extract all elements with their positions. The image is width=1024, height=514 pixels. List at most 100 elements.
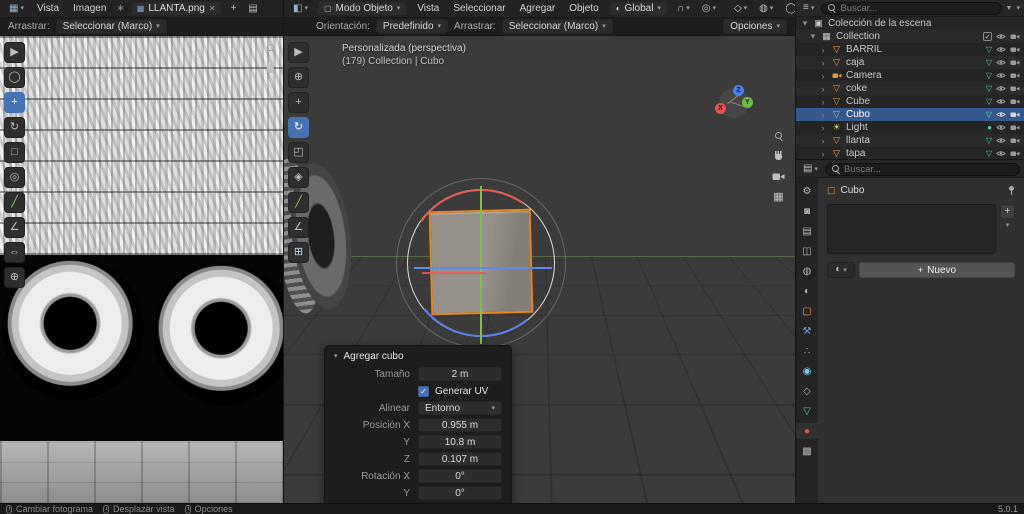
outliner-item-llanta[interactable]: › ▽ llanta ▽ — [796, 134, 1024, 147]
image-canvas[interactable]: ▶ ◯ + ↻ □ ◎ ╱ ∠ ⇔ ⊕ — [0, 36, 283, 503]
render-camera-icon[interactable] — [1010, 137, 1020, 144]
rotation-y-field[interactable]: 0° — [418, 486, 502, 500]
transform-orientation-dropdown[interactable]: ◐ Global ▾ — [608, 1, 668, 16]
drag-mode-dropdown[interactable]: Seleccionar (Marco) ▾ — [55, 19, 167, 34]
tool-zoom[interactable]: ⊕ — [4, 267, 25, 288]
expander-icon[interactable]: › — [819, 45, 827, 55]
overlays-toggle[interactable]: ◍ ▾ — [756, 3, 776, 15]
tool-annotate[interactable]: ╱ — [288, 192, 309, 213]
tab-constraints[interactable]: ◇ — [796, 383, 818, 399]
zoom-icon[interactable] — [774, 132, 783, 140]
tab-physics[interactable]: ◉ — [796, 363, 818, 379]
eye-icon[interactable] — [996, 59, 1006, 66]
menu-imagen[interactable]: Imagen — [69, 3, 110, 14]
tool-cursor[interactable]: ⊕ — [288, 67, 309, 88]
outliner-item-caja[interactable]: › ▽ caja ▽ — [796, 56, 1024, 69]
viewport-canvas[interactable]: Personalizada (perspectiva) (179) Collec… — [284, 36, 795, 503]
rotation-x-field[interactable]: 0° — [418, 469, 502, 483]
scene-collection-row[interactable]: ▾ ▣ Colección de la escena — [796, 17, 1024, 30]
position-z-field[interactable]: 0.107 m — [418, 452, 502, 466]
tool-measure[interactable]: ∠ — [288, 217, 309, 238]
proportional-editing-toggle[interactable]: ◎ ▾ — [699, 3, 719, 15]
tool-annotate[interactable]: ╱ — [4, 192, 25, 213]
eye-icon[interactable] — [996, 46, 1006, 53]
eye-icon[interactable] — [996, 124, 1006, 131]
open-image-button[interactable]: ▤ — [245, 3, 260, 15]
align-dropdown[interactable]: Entorno ▾ — [418, 401, 502, 415]
collection-checkbox[interactable]: ✓ — [983, 32, 992, 41]
outliner-item-camera[interactable]: › Camera ▽ — [796, 69, 1024, 82]
position-y-field[interactable]: 10.8 m — [418, 435, 502, 449]
render-camera-icon[interactable] — [1010, 46, 1020, 53]
render-camera-icon[interactable] — [1010, 33, 1020, 40]
tool-move[interactable]: + — [288, 92, 309, 113]
image-datablock-tab[interactable]: ▦ LLANTA.png ✕ — [130, 1, 222, 16]
render-camera-icon[interactable] — [1010, 85, 1020, 92]
viewport-shading-group[interactable]: ◯ ◐ ● ▾ — [782, 3, 795, 15]
tab-scene[interactable]: ◍ — [796, 263, 818, 279]
tool-scale[interactable]: ◰ — [288, 142, 309, 163]
pin-image-icon[interactable]: ∗ — [116, 3, 124, 14]
pan-hand-icon[interactable] — [266, 64, 275, 74]
camera-view-icon[interactable] — [772, 172, 785, 181]
axis-x-handle[interactable]: X — [715, 103, 726, 114]
tool-rotate[interactable]: ↻ — [4, 117, 25, 138]
eye-icon[interactable] — [996, 72, 1006, 79]
new-image-button[interactable]: + — [228, 3, 240, 15]
generate-uv-checkbox[interactable]: ✓ — [418, 385, 429, 397]
add-slot-button[interactable]: + — [1000, 204, 1015, 219]
expander-icon[interactable]: › — [819, 97, 827, 107]
options-dropdown[interactable]: Opciones ▾ — [723, 19, 787, 34]
menu-vista[interactable]: Vista — [413, 3, 443, 14]
render-camera-icon[interactable] — [1010, 59, 1020, 66]
outliner-item-light[interactable]: › ☀ Light ● — [796, 121, 1024, 134]
filter-icon[interactable]: ▼ — [1006, 5, 1013, 12]
menu-objeto[interactable]: Objeto — [565, 3, 602, 14]
tab-material[interactable]: ● — [796, 423, 818, 439]
navigation-gizmo[interactable]: Z Y X — [715, 85, 753, 120]
chevron-down-icon[interactable]: ▾ — [1016, 5, 1020, 12]
properties-search-input[interactable] — [843, 163, 1013, 175]
expander-icon[interactable]: ▾ — [809, 31, 817, 42]
position-x-field[interactable]: 0.955 m — [418, 418, 502, 432]
render-camera-icon[interactable] — [1010, 150, 1020, 157]
tool-add-cube[interactable]: ⊞ — [288, 242, 309, 263]
eye-icon[interactable] — [996, 85, 1006, 92]
collection-row[interactable]: ▾ ▦ Collection ✓ — [796, 30, 1024, 43]
tool-cursor[interactable]: ◯ — [4, 67, 25, 88]
eye-icon[interactable] — [996, 98, 1006, 105]
rotate-gizmo-x-axis[interactable] — [422, 272, 486, 274]
size-field[interactable]: 2 m — [418, 367, 502, 381]
tab-texture[interactable]: ▩ — [796, 443, 818, 459]
tab-render[interactable]: ◙ — [796, 203, 818, 219]
outliner-item-tapa[interactable]: › ▽ tapa ▽ — [796, 147, 1024, 159]
outliner-search-input[interactable] — [840, 2, 995, 14]
outliner-item-cube[interactable]: › ▽ Cube ▽ — [796, 95, 1024, 108]
orientation-preset-dropdown[interactable]: Predefinido ▾ — [375, 19, 449, 34]
tab-output[interactable]: ▤ — [796, 223, 818, 239]
expander-icon[interactable]: › — [819, 123, 827, 133]
properties-search-box[interactable] — [824, 162, 1020, 176]
render-camera-icon[interactable] — [1010, 111, 1020, 118]
tab-object-data[interactable]: ▽ — [796, 403, 818, 419]
expander-icon[interactable]: › — [819, 58, 827, 68]
browse-material-dropdown[interactable]: ◐ ▾ — [827, 262, 855, 278]
snap-toggle[interactable]: ∩ ▾ — [674, 3, 693, 15]
drag-mode-dropdown[interactable]: Seleccionar (Marco) ▾ — [501, 19, 613, 34]
rotate-gizmo-y-axis[interactable] — [480, 186, 482, 344]
tab-modifiers[interactable]: ⚒ — [796, 323, 818, 339]
tool-transform[interactable]: ◎ — [4, 167, 25, 188]
gizmos-toggle[interactable]: ◇ ▾ — [731, 3, 750, 15]
axis-y-handle[interactable]: Y — [742, 97, 753, 108]
tool-move[interactable]: + — [4, 92, 25, 113]
eye-icon[interactable] — [996, 33, 1006, 40]
material-slot-list[interactable] — [827, 204, 996, 254]
slot-specials-chevron[interactable]: ▾ — [1006, 222, 1010, 229]
outliner-item-coke[interactable]: › ▽ coke ▽ — [796, 82, 1024, 95]
tool-pan[interactable]: ⇔ — [4, 242, 25, 263]
render-camera-icon[interactable] — [1010, 124, 1020, 131]
expander-icon[interactable]: › — [819, 71, 827, 81]
orthographic-grid-icon[interactable]: ▦ — [773, 192, 783, 203]
tab-tool[interactable]: ⚙ — [796, 183, 818, 199]
mode-dropdown[interactable]: ▢ Modo Objeto ▾ — [316, 1, 408, 16]
